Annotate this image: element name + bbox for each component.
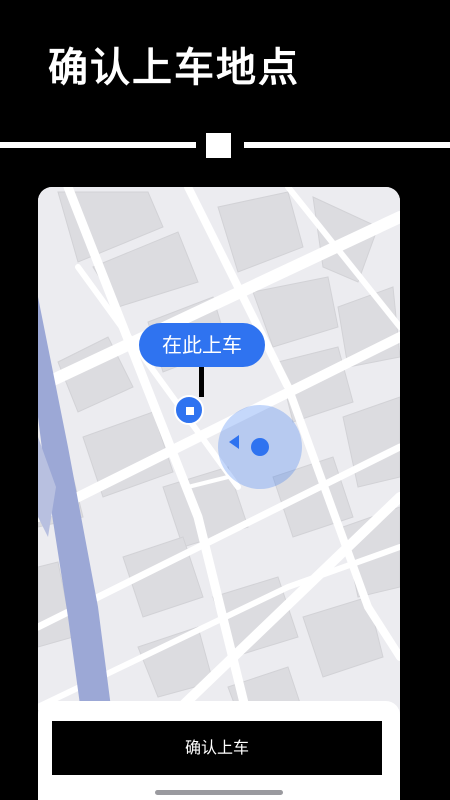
heading-arrow-icon <box>229 435 239 449</box>
bottom-panel: 确认上车 <box>38 701 400 800</box>
divider-line-left <box>0 142 196 148</box>
confirm-pickup-button[interactable]: 确认上车 <box>52 721 382 775</box>
current-location-icon <box>251 438 269 456</box>
pickup-pin-square <box>186 407 194 415</box>
pickup-here-label[interactable]: 在此上车 <box>139 323 265 367</box>
divider-line-right <box>244 142 450 148</box>
pickup-pin-icon[interactable] <box>174 395 204 425</box>
pickup-pin-stem <box>199 367 204 397</box>
phone-screen: 在此上车 确认上车 <box>38 187 400 800</box>
page-headline: 确认上车地点 <box>48 45 300 91</box>
home-indicator[interactable] <box>155 790 283 795</box>
divider-square <box>206 133 231 158</box>
